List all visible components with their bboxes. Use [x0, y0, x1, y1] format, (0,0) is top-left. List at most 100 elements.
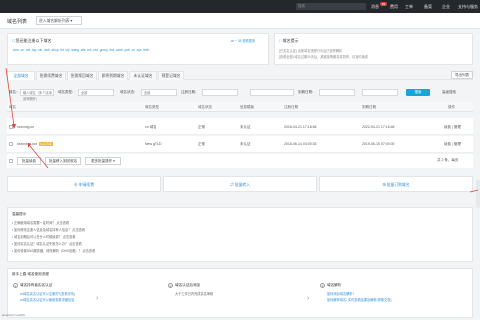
messages-link[interactable]: 消息: [371, 0, 379, 13]
domain-type: cn 域名: [145, 125, 157, 129]
table-row: xxxxxxxx.xxx 站名待审 New gTLD 正常 未认证 2016-0…: [7, 136, 473, 153]
tab-preregister[interactable]: 预登记域名: [158, 71, 184, 80]
tips-panel: 温馨提示 • 正确使用域名需要一定时间？ 点击查看 • 如何修改注册人信息及域名…: [7, 207, 473, 262]
tip-item[interactable]: • 如何实名认证？域名认证失败怎么办？ 点击查看: [12, 241, 82, 246]
step-title: 域名解析: [327, 283, 342, 287]
advanced-search-link[interactable]: 高级搜索: [442, 90, 456, 95]
tab-redeem-urgent[interactable]: 急需赎回域名: [67, 71, 97, 80]
export-list-button[interactable]: 导出列表: [451, 71, 473, 79]
select-all-checkbox[interactable]: [9, 159, 13, 163]
tab-all-domains[interactable]: 全部域名: [7, 71, 35, 80]
domain-status: 正常: [198, 142, 205, 146]
promo-title: □ 您还能注册以下域名: [12, 38, 52, 43]
tips-title: 温馨提示: [12, 212, 27, 216]
row-actions[interactable]: 续费 | 管理: [444, 125, 461, 130]
domain-filter-input[interactable]: 输入域名（多个请用逗号隔开）: [20, 89, 54, 101]
th-domain: 域名: [9, 105, 16, 109]
domain-template: 未认证: [240, 142, 251, 146]
quick-transfer-link[interactable]: ⇄ 批量转入: [163, 176, 317, 192]
support-link[interactable]: 支持与服务: [458, 0, 478, 13]
domain-notice-panel: □ 域名提示 [已实名认证] 出现域名违规行为后已暂停解析 [查看全部] 域名过…: [274, 33, 473, 65]
type-filter-select[interactable]: 全部: [78, 89, 114, 96]
tip-item[interactable]: • 如何修改注册人信息及域名持有人信息？ 点击查看: [12, 227, 85, 232]
domain-exp-date: 2019-06-15 07:00:00: [362, 142, 395, 146]
enterprise-link[interactable]: 企业: [442, 0, 450, 13]
exp-date-label: 到期日期：: [298, 90, 316, 94]
tip-item[interactable]: • 域名到期后可以在什么时候续费？ 点击查看: [12, 234, 75, 239]
guide-title: 新手上路 域名使用流程: [12, 272, 49, 276]
th-exp-date[interactable]: 到期日期: [362, 105, 376, 110]
type-filter-label: 域名类型：: [58, 90, 76, 94]
domain-name-link[interactable]: xxxxxxxx.xxx: [17, 142, 37, 146]
domain-reg-date: 2016-06-14 03:00:33: [284, 142, 317, 146]
top-search-input[interactable]: 搜索: [296, 3, 366, 10]
step-link[interactable]: cn域名实名认证可以注册的?(查看详情): [20, 291, 75, 296]
step-title: 域名持有者实名认证: [20, 283, 53, 287]
th-actions: 操作: [448, 105, 455, 109]
tickets-link[interactable]: 工单: [405, 0, 413, 13]
reg-date-end[interactable]: [250, 89, 294, 96]
feedback-side-tab[interactable]: [476, 180, 480, 208]
top-navigation-bar: 搜索 消息 99 费用 工单 备案 企业 支持与服务: [0, 0, 480, 13]
exp-date-start[interactable]: [319, 89, 355, 96]
status-badge: 站名待审: [39, 142, 54, 146]
reg-date-label: 注册日期：: [181, 90, 199, 94]
promo-extras[interactable]: .cn ~ 35 查看更多: [230, 38, 255, 43]
quick-renew-link[interactable]: ⊕ 申请续费: [7, 176, 161, 192]
row-checkbox[interactable]: [9, 142, 13, 146]
guide-step: 1 域名持有者实名认证 cn域名实名认证可以注册的?(查看详情) cn域名实名认…: [12, 281, 164, 317]
exp-date-end[interactable]: [362, 89, 398, 96]
step-number: 3: [320, 283, 325, 288]
th-type[interactable]: 域名类型: [145, 105, 159, 110]
billing-link[interactable]: 费用: [390, 0, 398, 13]
th-template: 信息模板: [240, 105, 254, 109]
table-row: xxxxxxg.cn cn 域名 正常 未认证 2016-04-21 17:16…: [7, 118, 473, 135]
chevron-right-icon: ›: [307, 295, 310, 302]
page-header: 域名列表 进入域名解析列表 ▾: [0, 13, 480, 29]
search-button[interactable]: 搜索: [406, 89, 430, 96]
tip-item[interactable]: • 如何设置DNS服务器、修改解析（DNS设置）？ 点击查看: [12, 248, 95, 253]
notice-line-1: [已实名认证] 出现域名违规行为后已暂停解析: [279, 49, 343, 53]
tip-item[interactable]: • 正确使用域名需要一定时间？ 点击查看: [12, 220, 69, 225]
step-link[interactable]: cn域名实名认证可以使用查看详细信息: [20, 297, 74, 302]
status-filter-label: 域名状态：: [120, 90, 138, 94]
guide-step: 2 域名认证后添加 大于工作日内完成实名审核 ›: [167, 281, 319, 317]
guide-step: 3 域名解析 如何添加域名解析? 如何解析域名: 实时查看结果及解析(帮助文档): [319, 281, 471, 317]
tab-unverified[interactable]: 未认证域名: [129, 71, 157, 80]
status-filter-select[interactable]: 全部: [141, 89, 177, 96]
domain-reg-date: 2016-04-21 17:16:46: [284, 125, 317, 129]
promo-suffix-list[interactable]: .com .cn .net .top .xin .club .shop .ltd…: [12, 48, 266, 52]
more-batch-dropdown[interactable]: 更多批量操作 ▾: [85, 157, 121, 165]
tab-expiring[interactable]: 即将到期域名: [98, 71, 128, 80]
reg-date-start[interactable]: [202, 89, 238, 96]
page-title: 域名列表: [7, 19, 28, 25]
message-count-badge: 99: [380, 2, 387, 6]
batch-renew-button[interactable]: 批量续费: [17, 157, 41, 165]
quick-order-link[interactable]: ⊞ 批量订购域名: [319, 176, 473, 192]
beginner-guide-panel: 新手上路 域名使用流程 1 域名持有者实名认证 cn域名实名认证可以注册的?(查…: [7, 268, 473, 318]
domain-type: New gTLD: [145, 142, 162, 146]
chevron-right-icon: ›: [96, 295, 99, 302]
register-promo-panel: □ 您还能注册以下域名 .cn ~ 35 查看更多 .com .cn .net …: [7, 33, 269, 65]
batch-transfer-button[interactable]: 批量移入到回收站: [45, 157, 81, 165]
row-actions[interactable]: 续费 | 管理: [444, 142, 461, 147]
domain-list-dropdown[interactable]: 进入域名解析列表 ▾: [36, 16, 82, 25]
tab-renew-urgent[interactable]: 急需续费域名: [36, 71, 66, 80]
batch-bar: 批量续费 批量移入到回收站 更多批量操作 ▾ 共 2 条，每页: [7, 154, 473, 168]
domain-status: 正常: [198, 125, 205, 129]
step-number: 2: [168, 283, 173, 288]
th-status: 域名状态: [198, 105, 212, 109]
step-number: 1: [13, 283, 18, 288]
domain-tabs: 全部域名 急需续费域名 急需赎回域名 即将到期域名 未认证域名 预登记域名 导出…: [7, 71, 473, 80]
domain-filter-label: 域名：: [9, 90, 20, 94]
filing-link[interactable]: 备案: [424, 0, 432, 13]
th-reg-date[interactable]: 注册日期: [284, 105, 298, 110]
step-title: 域名认证后添加: [175, 283, 201, 287]
step-link[interactable]: 如何解析域名: 实时查看结果及解析(帮助文档): [327, 297, 391, 302]
row-checkbox[interactable]: [9, 125, 13, 129]
domain-name-link[interactable]: xxxxxxg.cn: [17, 125, 34, 129]
domain-exp-date: 2022-04-21 17:16:46: [362, 125, 395, 129]
step-link[interactable]: 如何添加域名解析?: [327, 291, 354, 296]
notice-title: □ 域名提示: [279, 38, 299, 43]
domain-template: 未认证: [240, 125, 251, 129]
